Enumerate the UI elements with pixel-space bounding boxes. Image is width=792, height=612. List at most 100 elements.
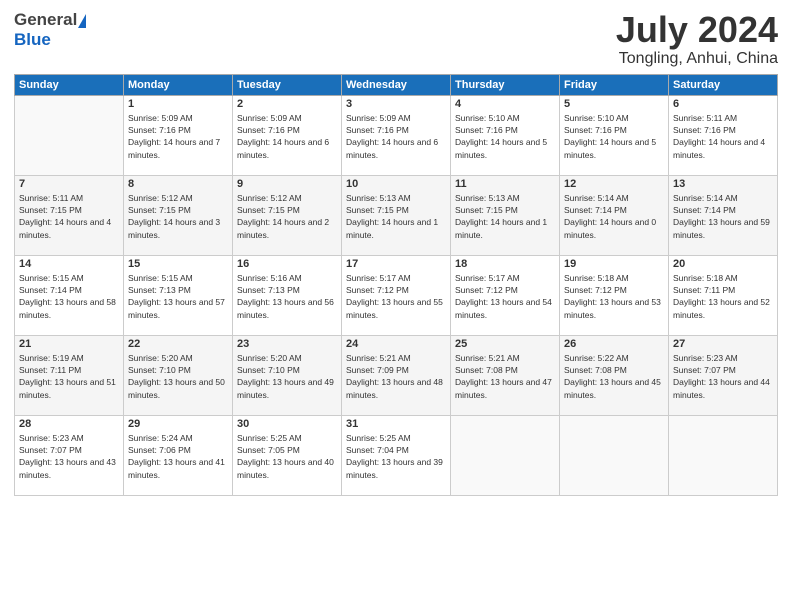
calendar-day-cell: 19 Sunrise: 5:18 AMSunset: 7:12 PMDayligh… (560, 255, 669, 335)
calendar-day-cell: 4Sunrise: 5:10 AMSunset: 7:16 PMDaylight… (451, 95, 560, 175)
day-number: 6 (673, 98, 773, 110)
calendar-day-cell: 13Sunrise: 5:14 AMSunset: 7:14 PMDayligh… (669, 175, 778, 255)
day-info: Sunrise: 5:21 AMSunset: 7:09 PMDaylight:… (346, 352, 446, 401)
day-info: Sunrise: 5:09 AMSunset: 7:16 PMDaylight:… (128, 112, 228, 161)
day-info: Sunrise: 5:23 AMSunset: 7:07 PMDaylight:… (19, 432, 119, 481)
day-number: 17 (346, 258, 446, 270)
calendar-week-row: 1 Sunrise: 5:09 AMSunset: 7:16 PMDaylight… (15, 95, 778, 175)
day-info: Sunrise: 5:20 AMSunset: 7:10 PMDaylight:… (128, 352, 228, 401)
calendar-day-cell: 20 Sunrise: 5:18 AMSunset: 7:11 PMDayligh… (669, 255, 778, 335)
calendar-day-cell: 6 Sunrise: 5:11 AMSunset: 7:16 PMDaylight… (669, 95, 778, 175)
calendar-day-cell: 23 Sunrise: 5:20 AMSunset: 7:10 PMDayligh… (233, 335, 342, 415)
calendar-day-cell: 28 Sunrise: 5:23 AMSunset: 7:07 PMDayligh… (15, 415, 124, 495)
day-info: Sunrise: 5:20 AMSunset: 7:10 PMDaylight:… (237, 352, 337, 401)
calendar-day-cell: 14 Sunrise: 5:15 AMSunset: 7:14 PMDayligh… (15, 255, 124, 335)
calendar-day-cell: 17 Sunrise: 5:17 AMSunset: 7:12 PMDayligh… (342, 255, 451, 335)
day-info: Sunrise: 5:19 AMSunset: 7:11 PMDaylight:… (19, 352, 119, 401)
day-number: 23 (237, 338, 337, 350)
calendar-day-cell (15, 95, 124, 175)
calendar-day-cell: 3 Sunrise: 5:09 AMSunset: 7:16 PMDaylight… (342, 95, 451, 175)
day-number: 29 (128, 418, 228, 430)
day-info: Sunrise: 5:14 AMSunset: 7:14 PMDaylight:… (673, 192, 773, 241)
day-number: 3 (346, 98, 446, 110)
header: General Blue July 2024 Tongling, Anhui, … (14, 10, 778, 68)
col-saturday: Saturday (669, 74, 778, 95)
day-info: Sunrise: 5:10 AMSunset: 7:16 PMDaylight:… (564, 112, 664, 161)
calendar-day-cell: 1 Sunrise: 5:09 AMSunset: 7:16 PMDaylight… (124, 95, 233, 175)
calendar-day-cell: 21 Sunrise: 5:19 AMSunset: 7:11 PMDayligh… (15, 335, 124, 415)
day-info: Sunrise: 5:10 AMSunset: 7:16 PMDaylight:… (455, 112, 555, 161)
day-info: Sunrise: 5:13 AMSunset: 7:15 PMDaylight:… (346, 192, 446, 241)
day-info: Sunrise: 5:12 AMSunset: 7:15 PMDaylight:… (128, 192, 228, 241)
day-info: Sunrise: 5:14 AMSunset: 7:14 PMDaylight:… (564, 192, 664, 241)
day-number: 1 (128, 98, 228, 110)
calendar-day-cell: 11Sunrise: 5:13 AMSunset: 7:15 PMDayligh… (451, 175, 560, 255)
day-number: 21 (19, 338, 119, 350)
day-number: 12 (564, 178, 664, 190)
title-area: July 2024 Tongling, Anhui, China (616, 10, 778, 68)
day-number: 19 (564, 258, 664, 270)
calendar-day-cell (451, 415, 560, 495)
calendar-day-cell: 10 Sunrise: 5:13 AMSunset: 7:15 PMDayligh… (342, 175, 451, 255)
day-number: 24 (346, 338, 446, 350)
calendar-day-cell: 29 Sunrise: 5:24 AMSunset: 7:06 PMDayligh… (124, 415, 233, 495)
col-thursday: Thursday (451, 74, 560, 95)
day-info: Sunrise: 5:09 AMSunset: 7:16 PMDaylight:… (346, 112, 446, 161)
col-tuesday: Tuesday (233, 74, 342, 95)
day-number: 31 (346, 418, 446, 430)
month-title: July 2024 (616, 10, 778, 50)
day-number: 20 (673, 258, 773, 270)
day-number: 30 (237, 418, 337, 430)
calendar-day-cell: 18 Sunrise: 5:17 AMSunset: 7:12 PMDayligh… (451, 255, 560, 335)
col-sunday: Sunday (15, 74, 124, 95)
logo-general-text: General (14, 10, 77, 30)
calendar-day-cell: 30 Sunrise: 5:25 AMSunset: 7:05 PMDayligh… (233, 415, 342, 495)
day-number: 8 (128, 178, 228, 190)
day-number: 25 (455, 338, 555, 350)
calendar-week-row: 14 Sunrise: 5:15 AMSunset: 7:14 PMDayligh… (15, 255, 778, 335)
day-info: Sunrise: 5:18 AMSunset: 7:11 PMDaylight:… (673, 272, 773, 321)
day-info: Sunrise: 5:11 AMSunset: 7:15 PMDaylight:… (19, 192, 119, 241)
calendar-week-row: 28 Sunrise: 5:23 AMSunset: 7:07 PMDayligh… (15, 415, 778, 495)
day-info: Sunrise: 5:23 AMSunset: 7:07 PMDaylight:… (673, 352, 773, 401)
day-info: Sunrise: 5:12 AMSunset: 7:15 PMDaylight:… (237, 192, 337, 241)
calendar-day-cell: 2Sunrise: 5:09 AMSunset: 7:16 PMDaylight… (233, 95, 342, 175)
page-container: General Blue July 2024 Tongling, Anhui, … (0, 0, 792, 506)
calendar-day-cell (669, 415, 778, 495)
day-info: Sunrise: 5:17 AMSunset: 7:12 PMDaylight:… (455, 272, 555, 321)
day-info: Sunrise: 5:25 AMSunset: 7:05 PMDaylight:… (237, 432, 337, 481)
calendar-day-cell: 7Sunrise: 5:11 AMSunset: 7:15 PMDaylight… (15, 175, 124, 255)
day-number: 15 (128, 258, 228, 270)
day-number: 11 (455, 178, 555, 190)
day-info: Sunrise: 5:15 AMSunset: 7:14 PMDaylight:… (19, 272, 119, 321)
calendar-day-cell: 22Sunrise: 5:20 AMSunset: 7:10 PMDayligh… (124, 335, 233, 415)
day-info: Sunrise: 5:11 AMSunset: 7:16 PMDaylight:… (673, 112, 773, 161)
day-number: 18 (455, 258, 555, 270)
col-monday: Monday (124, 74, 233, 95)
day-number: 10 (346, 178, 446, 190)
col-wednesday: Wednesday (342, 74, 451, 95)
day-number: 14 (19, 258, 119, 270)
col-friday: Friday (560, 74, 669, 95)
day-number: 16 (237, 258, 337, 270)
calendar-day-cell: 5 Sunrise: 5:10 AMSunset: 7:16 PMDaylight… (560, 95, 669, 175)
day-info: Sunrise: 5:21 AMSunset: 7:08 PMDaylight:… (455, 352, 555, 401)
calendar-table: Sunday Monday Tuesday Wednesday Thursday… (14, 74, 778, 496)
day-number: 28 (19, 418, 119, 430)
calendar-day-cell: 9 Sunrise: 5:12 AMSunset: 7:15 PMDaylight… (233, 175, 342, 255)
day-number: 5 (564, 98, 664, 110)
day-number: 9 (237, 178, 337, 190)
day-number: 26 (564, 338, 664, 350)
day-info: Sunrise: 5:24 AMSunset: 7:06 PMDaylight:… (128, 432, 228, 481)
logo-triangle-icon (78, 14, 86, 28)
day-info: Sunrise: 5:09 AMSunset: 7:16 PMDaylight:… (237, 112, 337, 161)
day-info: Sunrise: 5:25 AMSunset: 7:04 PMDaylight:… (346, 432, 446, 481)
day-info: Sunrise: 5:22 AMSunset: 7:08 PMDaylight:… (564, 352, 664, 401)
calendar-day-cell: 25 Sunrise: 5:21 AMSunset: 7:08 PMDayligh… (451, 335, 560, 415)
calendar-week-row: 21 Sunrise: 5:19 AMSunset: 7:11 PMDayligh… (15, 335, 778, 415)
calendar-header-row: Sunday Monday Tuesday Wednesday Thursday… (15, 74, 778, 95)
day-info: Sunrise: 5:17 AMSunset: 7:12 PMDaylight:… (346, 272, 446, 321)
calendar-day-cell: 12 Sunrise: 5:14 AMSunset: 7:14 PMDayligh… (560, 175, 669, 255)
day-number: 27 (673, 338, 773, 350)
day-info: Sunrise: 5:18 AMSunset: 7:12 PMDaylight:… (564, 272, 664, 321)
